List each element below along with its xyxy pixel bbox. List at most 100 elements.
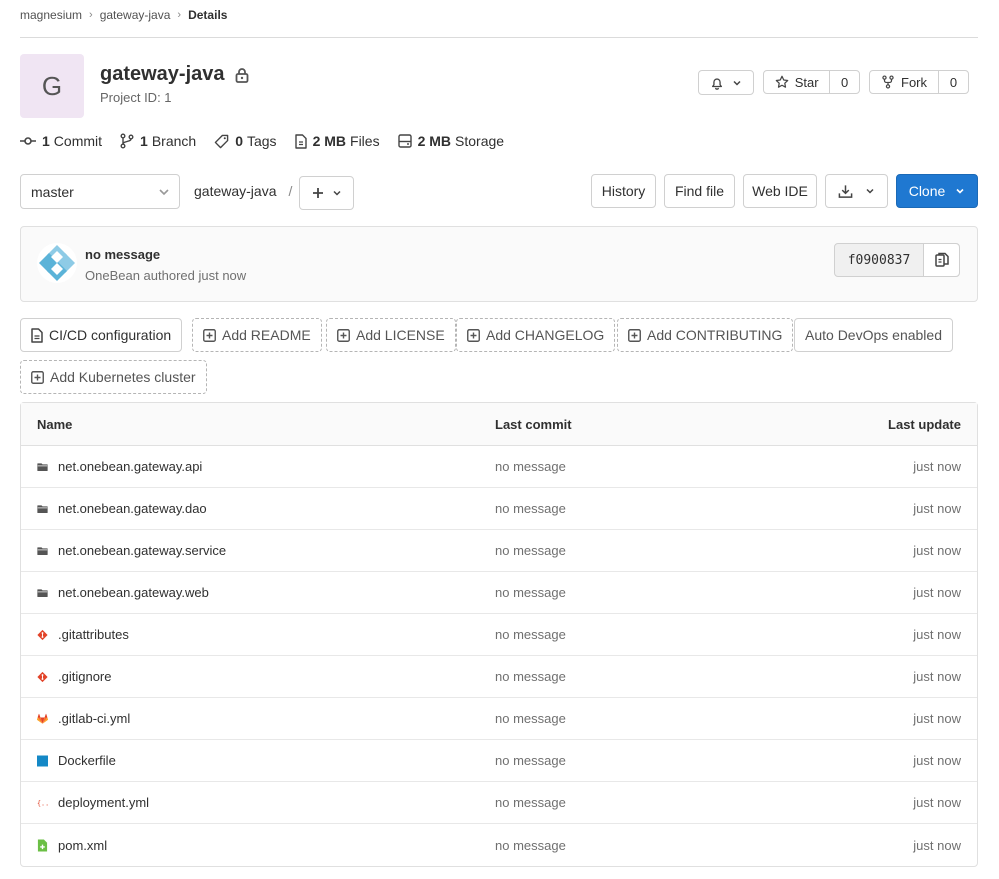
- fork-button-group: Fork 0: [869, 70, 969, 94]
- add-license-button[interactable]: Add LICENSE: [326, 318, 456, 352]
- table-row[interactable]: {..} deployment.yml no message just now: [21, 782, 977, 824]
- breadcrumb-current[interactable]: Details: [188, 8, 227, 22]
- add-kubernetes-button[interactable]: Add Kubernetes cluster: [20, 360, 207, 394]
- star-count[interactable]: 0: [829, 71, 859, 93]
- file-last-commit[interactable]: no message: [495, 698, 566, 739]
- add-changelog-button[interactable]: Add CHANGELOG: [456, 318, 616, 352]
- project-avatar[interactable]: G: [20, 54, 84, 118]
- add-license-label: Add LICENSE: [356, 327, 445, 343]
- table-body: net.onebean.gateway.api no message just no…: [21, 446, 977, 866]
- file-last-commit[interactable]: no message: [495, 572, 566, 613]
- file-name-cell[interactable]: .gitignore: [37, 656, 111, 697]
- stat-files[interactable]: 2 MB Files: [294, 133, 380, 149]
- table-row[interactable]: .gitattributes no message just now: [21, 614, 977, 656]
- path-separator: /: [288, 183, 293, 199]
- file-last-commit[interactable]: no message: [495, 656, 566, 697]
- file-last-commit[interactable]: no message: [495, 782, 566, 823]
- add-contributing-button[interactable]: Add CONTRIBUTING: [617, 318, 794, 352]
- commit-sha[interactable]: f0900837: [835, 244, 923, 276]
- branch-select[interactable]: master: [20, 174, 180, 209]
- notification-dropdown[interactable]: [698, 70, 754, 95]
- file-name[interactable]: pom.xml: [58, 838, 107, 853]
- file-last-update: just now: [913, 753, 961, 768]
- fork-button[interactable]: Fork: [870, 71, 938, 93]
- file-name-cell[interactable]: net.onebean.gateway.dao: [37, 488, 207, 529]
- auto-devops-button[interactable]: Auto DevOps enabled: [794, 318, 953, 352]
- file-last-update: just now: [913, 795, 961, 810]
- file-name-cell[interactable]: net.onebean.gateway.api: [37, 446, 202, 487]
- stat-branches[interactable]: 1 Branch: [120, 133, 196, 149]
- header-last-update: Last update: [888, 416, 961, 432]
- stat-commits-value: 1: [42, 133, 50, 149]
- stat-commits[interactable]: 1 Commit: [20, 133, 102, 149]
- header-last-commit: Last commit: [495, 416, 572, 432]
- project-stats: 1 Commit 1 Branch 0 Tags 2 MB Files 2 MB…: [20, 133, 522, 149]
- stat-tags[interactable]: 0 Tags: [214, 133, 277, 149]
- table-row[interactable]: pom.xml no message just now: [21, 824, 977, 866]
- download-dropdown[interactable]: [825, 174, 888, 208]
- file-name-cell[interactable]: pom.xml: [37, 824, 107, 866]
- file-name[interactable]: net.onebean.gateway.web: [58, 585, 209, 600]
- add-readme-label: Add README: [222, 327, 311, 343]
- file-last-commit[interactable]: no message: [495, 614, 566, 655]
- file-name-cell[interactable]: .gitattributes: [37, 614, 129, 655]
- file-last-commit[interactable]: no message: [495, 740, 566, 781]
- file-name-cell[interactable]: .gitlab-ci.yml: [37, 698, 130, 739]
- table-row[interactable]: Dockerfile no message just now: [21, 740, 977, 782]
- file-name[interactable]: .gitlab-ci.yml: [58, 711, 130, 726]
- file-name[interactable]: net.onebean.gateway.dao: [58, 501, 207, 516]
- copy-sha-button[interactable]: [923, 244, 959, 276]
- file-last-update: just now: [913, 837, 961, 853]
- web-ide-button[interactable]: Web IDE: [743, 174, 817, 208]
- plus-square-icon: [31, 370, 44, 384]
- file-name[interactable]: Dockerfile: [58, 753, 116, 768]
- file-name-cell[interactable]: net.onebean.gateway.web: [37, 572, 209, 613]
- breadcrumb-project[interactable]: gateway-java: [100, 8, 171, 22]
- breadcrumb-group[interactable]: magnesium: [20, 8, 82, 22]
- find-file-button[interactable]: Find file: [664, 174, 735, 208]
- clone-dropdown[interactable]: Clone: [896, 174, 978, 208]
- table-row[interactable]: .gitlab-ci.yml no message just now: [21, 698, 977, 740]
- plus-square-icon: [628, 328, 641, 342]
- file-last-commit[interactable]: no message: [495, 824, 566, 866]
- folder-icon: [37, 587, 53, 599]
- stat-storage[interactable]: 2 MB Storage: [397, 133, 504, 149]
- star-button[interactable]: Star: [764, 71, 829, 93]
- gitlab-icon: [37, 712, 53, 726]
- table-row[interactable]: net.onebean.gateway.web no message just no…: [21, 572, 977, 614]
- file-last-update: just now: [913, 627, 961, 642]
- path-root[interactable]: gateway-java: [194, 183, 277, 199]
- file-last-commit[interactable]: no message: [495, 530, 566, 571]
- user-avatar-icon[interactable]: [37, 243, 77, 283]
- file-name-cell[interactable]: {..} deployment.yml: [37, 782, 149, 823]
- add-file-dropdown[interactable]: [299, 176, 354, 210]
- table-row[interactable]: net.onebean.gateway.service no message jus…: [21, 530, 977, 572]
- table-row[interactable]: net.onebean.gateway.api no message just no…: [21, 446, 977, 488]
- cicd-config-label: CI/CD configuration: [49, 327, 172, 343]
- auto-devops-label: Auto DevOps enabled: [805, 327, 942, 343]
- file-name[interactable]: deployment.yml: [58, 795, 149, 810]
- file-name[interactable]: net.onebean.gateway.service: [58, 543, 226, 558]
- file-name[interactable]: net.onebean.gateway.api: [58, 459, 202, 474]
- table-header: Name Last commit Last update: [21, 403, 977, 446]
- star-label: Star: [794, 74, 819, 90]
- file-last-commit[interactable]: no message: [495, 446, 566, 487]
- git-icon: [37, 628, 53, 642]
- cicd-config-button[interactable]: CI/CD configuration: [20, 318, 183, 352]
- file-name-cell[interactable]: net.onebean.gateway.service: [37, 530, 226, 571]
- history-button[interactable]: History: [591, 174, 656, 208]
- fork-count[interactable]: 0: [938, 71, 968, 93]
- fork-label: Fork: [901, 74, 927, 90]
- table-row[interactable]: .gitignore no message just now: [21, 656, 977, 698]
- file-name-cell[interactable]: Dockerfile: [37, 740, 116, 781]
- file-name[interactable]: .gitattributes: [58, 627, 129, 642]
- branch-select-value: master: [31, 183, 74, 200]
- commit-message[interactable]: no message: [85, 247, 160, 262]
- fork-icon: [882, 75, 894, 89]
- add-readme-button[interactable]: Add README: [192, 318, 322, 352]
- yaml-icon: {..}: [37, 796, 53, 810]
- file-last-commit[interactable]: no message: [495, 488, 566, 529]
- table-row[interactable]: net.onebean.gateway.dao no message just no…: [21, 488, 977, 530]
- divider: [20, 37, 978, 38]
- file-name[interactable]: .gitignore: [58, 669, 111, 684]
